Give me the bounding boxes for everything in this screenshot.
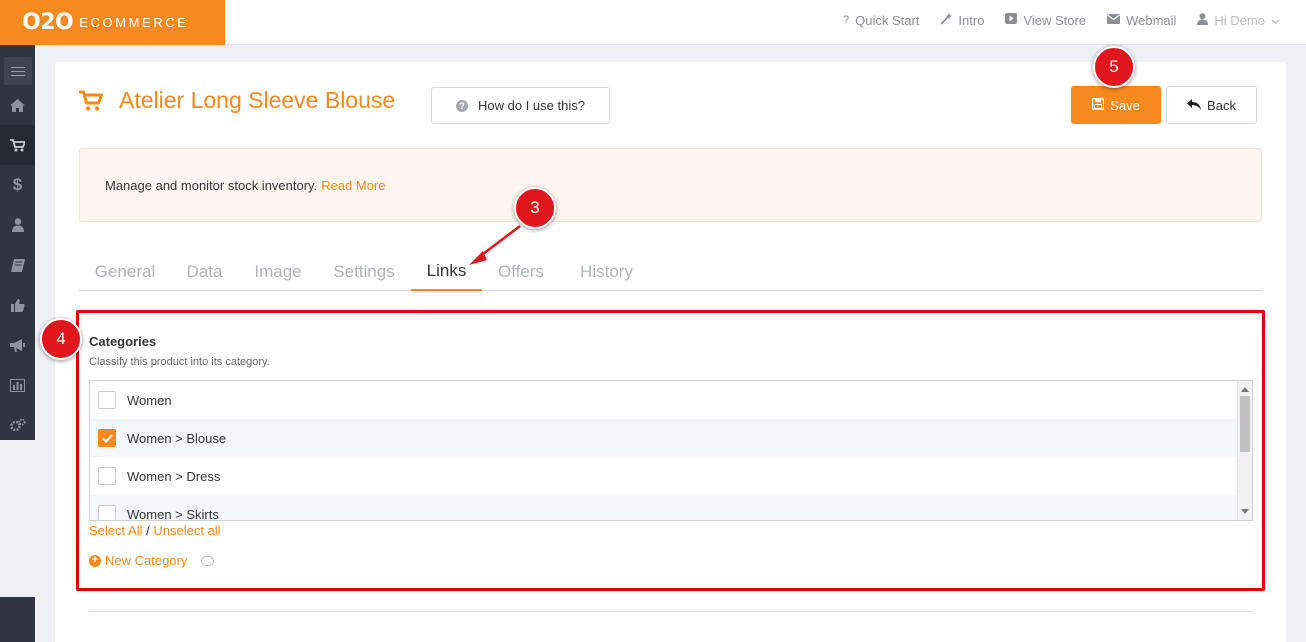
tab-general[interactable]: General bbox=[79, 252, 171, 291]
scroll-down-icon[interactable] bbox=[1241, 509, 1249, 514]
dollar-icon[interactable]: $ bbox=[0, 165, 35, 205]
thumbs-up-icon[interactable] bbox=[0, 285, 35, 325]
unselect-all-link[interactable]: Unselect all bbox=[153, 523, 220, 538]
list-item[interactable]: Women > Dress bbox=[90, 457, 1237, 495]
nav-view-store-label: View Store bbox=[1023, 12, 1087, 28]
scroll-up-icon[interactable] bbox=[1241, 387, 1249, 392]
checkmark-icon bbox=[101, 433, 113, 443]
new-category-button[interactable]: + New Category bbox=[89, 553, 215, 568]
step-badge-4: 4 bbox=[40, 318, 82, 360]
category-label: Women bbox=[127, 392, 172, 408]
new-category-label: New Category bbox=[105, 553, 188, 568]
nav-quick-start-label: Quick Start bbox=[855, 12, 920, 28]
nav-intro-label: Intro bbox=[958, 12, 985, 28]
category-list[interactable]: Women Women > Blouse Women > Dress Women… bbox=[89, 380, 1253, 521]
top-nav: ? Quick Start Intro View Store Webmail H… bbox=[843, 0, 1280, 40]
book-icon[interactable] bbox=[0, 245, 35, 285]
category-label: Women > Skirts bbox=[127, 506, 219, 521]
scroll-thumb[interactable] bbox=[1240, 396, 1250, 452]
checkbox[interactable] bbox=[98, 467, 116, 485]
page-title: Atelier Long Sleeve Blouse bbox=[119, 87, 396, 113]
envelope-icon bbox=[1107, 13, 1121, 27]
checkbox-checked[interactable] bbox=[98, 429, 116, 447]
nav-view-store[interactable]: View Store bbox=[1005, 13, 1086, 28]
nav-webmail[interactable]: Webmail bbox=[1107, 13, 1176, 28]
play-icon bbox=[1005, 13, 1018, 27]
step-badge-5: 5 bbox=[1093, 46, 1135, 88]
top-header: O2O ECOMMERCE ? Quick Start Intro View S… bbox=[0, 0, 1306, 45]
checkbox[interactable] bbox=[98, 391, 116, 409]
logo-word: ECOMMERCE bbox=[79, 15, 189, 30]
comment-icon[interactable] bbox=[201, 555, 215, 566]
category-label: Women > Dress bbox=[127, 468, 221, 484]
nav-webmail-label: Webmail bbox=[1126, 12, 1177, 28]
nav-intro[interactable]: Intro bbox=[940, 12, 985, 28]
list-item[interactable]: Women > Blouse bbox=[90, 419, 1237, 457]
megaphone-icon[interactable] bbox=[0, 325, 35, 365]
page-header: Atelier Long Sleeve Blouse bbox=[79, 87, 395, 114]
save-button[interactable]: Save bbox=[1071, 86, 1161, 124]
category-label: Women > Blouse bbox=[127, 430, 227, 446]
save-button-label: Save bbox=[1110, 97, 1140, 113]
shopping-cart-icon bbox=[79, 90, 103, 112]
list-item[interactable]: Women > Skirts bbox=[90, 495, 1237, 521]
main-panel: Atelier Long Sleeve Blouse ? How do I us… bbox=[55, 62, 1286, 642]
user-menu-label: Hi Demo bbox=[1214, 12, 1265, 28]
back-button[interactable]: Back bbox=[1166, 86, 1257, 124]
gears-icon[interactable] bbox=[0, 405, 35, 445]
reply-arrow-icon bbox=[1187, 98, 1202, 113]
help-button-label: How do I use this? bbox=[478, 98, 585, 113]
list-item[interactable]: Women bbox=[90, 381, 1237, 419]
select-links: Select All / Unselect all bbox=[89, 523, 221, 538]
list-scrollbar[interactable] bbox=[1237, 381, 1252, 520]
nav-quick-start[interactable]: ? Quick Start bbox=[843, 13, 919, 28]
question-icon: ? bbox=[843, 14, 850, 26]
info-notice: Manage and monitor stock inventory. Read… bbox=[79, 148, 1262, 222]
help-button[interactable]: ? How do I use this? bbox=[431, 87, 610, 124]
magic-wand-icon bbox=[940, 12, 953, 28]
brand-logo[interactable]: O2O ECOMMERCE bbox=[0, 0, 225, 45]
user-icon bbox=[1197, 12, 1209, 28]
plus-circle-icon: + bbox=[89, 554, 101, 567]
cart-icon[interactable] bbox=[0, 125, 35, 165]
sidebar-gap bbox=[0, 440, 35, 597]
categories-subtitle: Classify this product into its category. bbox=[89, 356, 270, 368]
read-more-link[interactable]: Read More bbox=[321, 178, 385, 193]
tab-offers[interactable]: Offers bbox=[482, 252, 560, 291]
tab-links[interactable]: Links bbox=[411, 252, 482, 291]
separator: / bbox=[146, 523, 150, 538]
floppy-disk-icon bbox=[1092, 97, 1105, 113]
home-icon[interactable] bbox=[0, 85, 35, 125]
tab-settings[interactable]: Settings bbox=[318, 252, 410, 291]
user-menu[interactable]: Hi Demo bbox=[1197, 13, 1280, 28]
divider bbox=[89, 611, 1253, 612]
chevron-down-icon bbox=[1271, 13, 1280, 28]
question-circle-icon: ? bbox=[456, 99, 469, 112]
tab-history[interactable]: History bbox=[560, 252, 653, 291]
checkbox[interactable] bbox=[98, 505, 116, 520]
tab-bar: General Data Image Settings Links Offers… bbox=[79, 252, 1262, 291]
menu-icon[interactable] bbox=[4, 57, 32, 85]
step-badge-3: 3 bbox=[514, 187, 556, 229]
logo-mark: O2O bbox=[22, 10, 74, 35]
tab-data[interactable]: Data bbox=[171, 252, 238, 291]
tab-image[interactable]: Image bbox=[238, 252, 318, 291]
categories-title: Categories bbox=[89, 334, 157, 349]
back-button-label: Back bbox=[1207, 97, 1236, 113]
select-all-link[interactable]: Select All bbox=[89, 523, 142, 538]
chart-icon[interactable] bbox=[0, 365, 35, 405]
notice-text: Manage and monitor stock inventory. bbox=[105, 177, 318, 193]
user-icon[interactable] bbox=[0, 205, 35, 245]
